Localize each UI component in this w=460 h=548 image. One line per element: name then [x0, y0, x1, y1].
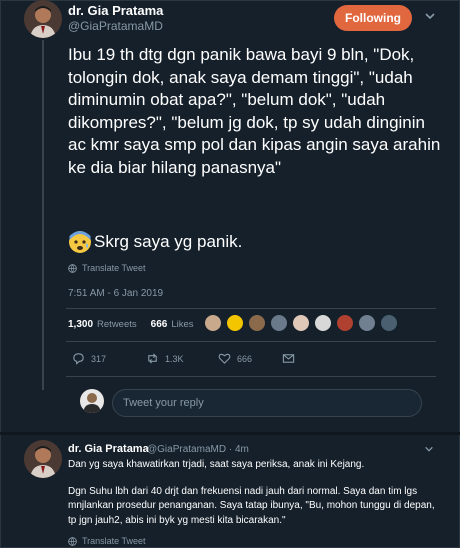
reply-author-meta[interactable]: @GiaPratamaMD · 4m	[147, 444, 249, 455]
reply-author-avatar[interactable]	[24, 440, 62, 478]
liker-avatars	[204, 314, 398, 332]
retweet-icon[interactable]	[146, 352, 159, 365]
heart-icon[interactable]	[218, 352, 231, 365]
liker-avatar[interactable]	[226, 314, 244, 332]
like-action[interactable]: 666	[218, 352, 282, 365]
tweet-timestamp[interactable]: 7:51 AM - 6 Jan 2019	[68, 288, 163, 299]
divider	[66, 341, 436, 342]
liker-avatar[interactable]	[248, 314, 266, 332]
thread-line	[42, 40, 44, 390]
tweet-stats: 1,300 Retweets 666 Likes	[68, 319, 194, 330]
like-count[interactable]: 666	[151, 319, 168, 330]
current-user-avatar[interactable]	[80, 389, 104, 413]
retweet-action-count: 1.3K	[165, 353, 184, 364]
retweet-count[interactable]: 1,300	[68, 319, 93, 330]
retweet-action[interactable]: 1.3K	[146, 352, 218, 365]
retweet-label[interactable]: Retweets	[97, 319, 137, 330]
reply-translate-link[interactable]: Translate Tweet	[68, 536, 146, 546]
liker-avatar[interactable]	[380, 314, 398, 332]
divider	[66, 376, 436, 377]
reply-paragraph: Dgn Suhu lbh dari 40 drjt dan frekuensi …	[68, 485, 435, 526]
chevron-down-icon[interactable]	[424, 10, 436, 22]
tweet-panic-line: Skrg saya yg panik.	[68, 230, 242, 254]
reply-translate-label[interactable]: Translate Tweet	[82, 536, 146, 546]
liker-avatar[interactable]	[336, 314, 354, 332]
reply-count: 317	[91, 353, 107, 364]
tweet-text: Ibu 19 th dtg dgn panik bawa bayi 9 bln,…	[68, 45, 441, 177]
translate-tweet-link[interactable]: Translate Tweet	[68, 263, 146, 273]
chevron-down-icon[interactable]	[424, 444, 434, 454]
liker-avatar[interactable]	[292, 314, 310, 332]
envelope-icon[interactable]	[282, 352, 295, 365]
liker-avatar[interactable]	[270, 314, 288, 332]
anxious-face-emoji-icon	[69, 231, 91, 253]
author-handle[interactable]: @GiaPratamaMD	[68, 19, 163, 33]
reply-action[interactable]: 317	[72, 352, 146, 365]
globe-icon	[68, 263, 77, 273]
panic-text: Skrg saya yg panik.	[94, 232, 243, 251]
author-avatar[interactable]	[24, 0, 62, 38]
liker-avatar[interactable]	[204, 314, 222, 332]
globe-icon	[68, 536, 77, 546]
reply-author-name[interactable]: dr. Gia Pratama	[68, 443, 149, 455]
reply-input[interactable]: Tweet your reply	[112, 389, 422, 417]
reply-paragraph: Dan yg saya khawatirkan trjadi, saat say…	[68, 459, 365, 470]
liker-avatar[interactable]	[358, 314, 376, 332]
like-label[interactable]: Likes	[171, 319, 193, 330]
reply-tweet-text: Dan yg saya khawatirkan trjadi, saat say…	[68, 458, 438, 540]
translate-label[interactable]: Translate Tweet	[82, 263, 146, 273]
direct-message-action[interactable]	[282, 352, 295, 365]
tweet-actions: 317 1.3K 666	[72, 352, 295, 365]
author-name[interactable]: dr. Gia Pratama	[68, 3, 163, 18]
section-separator	[0, 432, 460, 435]
liker-avatar[interactable]	[314, 314, 332, 332]
like-action-count: 666	[237, 353, 253, 364]
reply-icon[interactable]	[72, 352, 85, 365]
divider	[66, 308, 436, 309]
following-button[interactable]: Following	[334, 5, 412, 31]
